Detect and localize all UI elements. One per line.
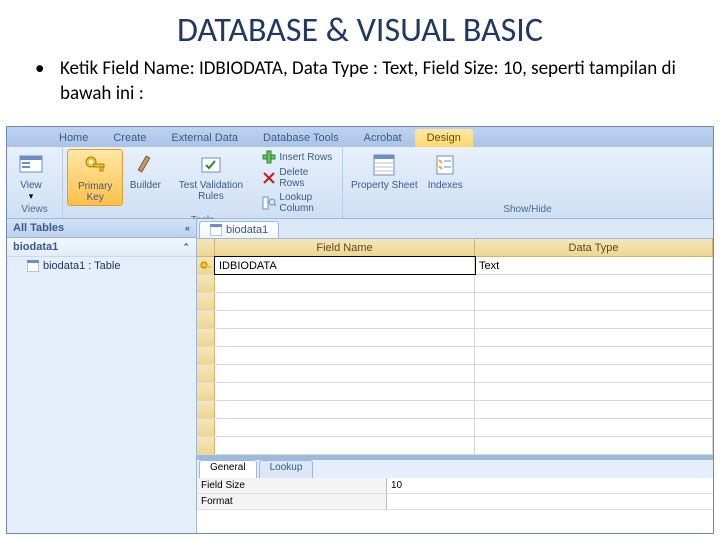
- delete-rows-label: Delete Rows: [279, 167, 336, 189]
- table-icon: [27, 260, 39, 272]
- slide-bullet: Ketik Field Name: IDBIODATA, Data Type :…: [0, 57, 720, 106]
- col-field-name[interactable]: Field Name: [215, 239, 475, 256]
- row-header-corner: [197, 239, 215, 256]
- chevron-down-icon: ▾: [29, 191, 34, 202]
- prop-value[interactable]: 10: [387, 478, 713, 493]
- nav-item-table[interactable]: biodata1 : Table: [7, 257, 196, 275]
- chevron-up-icon: ⌃: [182, 242, 190, 253]
- tab-home[interactable]: Home: [47, 129, 100, 147]
- test-validation-label: Test Validation Rules: [171, 180, 250, 202]
- property-sheet-icon: [370, 151, 398, 179]
- grid-row-empty[interactable]: [197, 401, 713, 419]
- nav-header-label: All Tables: [13, 222, 64, 234]
- field-properties: General Lookup Field Size 10 Format: [197, 459, 713, 510]
- document-tabs: biodata1: [197, 219, 713, 239]
- view-label: View: [20, 180, 42, 191]
- grid-row-empty[interactable]: [197, 311, 713, 329]
- prop-row-field-size[interactable]: Field Size 10: [197, 478, 713, 494]
- tab-design[interactable]: Design: [415, 129, 473, 147]
- view-icon: [17, 151, 45, 179]
- view-button[interactable]: View ▾: [11, 149, 51, 204]
- lookup-column-label: Lookup Column: [279, 192, 336, 214]
- chevron-left-icon: «: [185, 223, 190, 233]
- lookup-column-button[interactable]: Lookup Column: [260, 191, 338, 215]
- navigation-pane: All Tables « biodata1 ⌃ biodata1 : Table: [7, 219, 197, 533]
- document-tab-label: biodata1: [226, 224, 268, 236]
- nav-group[interactable]: biodata1 ⌃: [7, 238, 196, 257]
- col-data-type[interactable]: Data Type: [475, 239, 713, 256]
- tab-acrobat[interactable]: Acrobat: [352, 129, 414, 147]
- key-icon: [200, 260, 212, 272]
- delete-rows-button[interactable]: Delete Rows: [260, 166, 338, 190]
- primary-key-button[interactable]: Primary Key: [67, 149, 123, 206]
- property-sheet-button[interactable]: Property Sheet: [347, 149, 422, 193]
- ribbon-group-tools: Primary Key Builder Test Validation Rule…: [63, 147, 343, 218]
- grid-row-empty[interactable]: [197, 293, 713, 311]
- grid-row-empty[interactable]: [197, 437, 713, 455]
- grid-row-empty[interactable]: [197, 347, 713, 365]
- grid-row-empty[interactable]: [197, 275, 713, 293]
- slide-title: DATABASE & VISUAL BASIC: [0, 0, 720, 57]
- nav-header[interactable]: All Tables «: [7, 219, 196, 238]
- cell-field-name[interactable]: IDBIODATA: [215, 257, 475, 274]
- indexes-label: Indexes: [428, 180, 463, 191]
- grid-row-empty[interactable]: [197, 329, 713, 347]
- property-tab-general[interactable]: General: [199, 460, 257, 478]
- tab-create[interactable]: Create: [101, 129, 158, 147]
- main-pane: biodata1 Field Name Data Type IDBIODATA …: [197, 219, 713, 533]
- builder-icon: [131, 151, 159, 179]
- property-sheet-label: Property Sheet: [351, 180, 418, 191]
- cell-data-type[interactable]: Text: [475, 257, 713, 274]
- insert-rows-icon: [262, 150, 276, 164]
- group-label-views: Views: [11, 204, 58, 216]
- design-grid-header: Field Name Data Type: [197, 239, 713, 257]
- prop-value[interactable]: [387, 494, 713, 509]
- test-validation-button[interactable]: Test Validation Rules: [167, 149, 254, 204]
- table-icon: [210, 224, 222, 236]
- property-tab-lookup[interactable]: Lookup: [259, 460, 314, 478]
- delete-rows-icon: [262, 171, 276, 185]
- ribbon-group-showhide: Property Sheet Indexes Show/Hide: [343, 147, 713, 218]
- prop-row-format[interactable]: Format: [197, 494, 713, 510]
- nav-group-label: biodata1: [13, 241, 58, 253]
- prop-name: Field Size: [197, 478, 387, 493]
- property-list: Field Size 10 Format: [197, 478, 713, 510]
- validation-icon: [197, 151, 225, 179]
- builder-label: Builder: [130, 180, 161, 191]
- grid-row-empty[interactable]: [197, 365, 713, 383]
- insert-rows-button[interactable]: Insert Rows: [260, 149, 338, 165]
- primary-key-label: Primary Key: [72, 181, 118, 203]
- key-icon: [81, 152, 109, 180]
- ribbon-group-views: View ▾ Views: [7, 147, 63, 218]
- grid-row-empty[interactable]: [197, 383, 713, 401]
- indexes-icon: [431, 151, 459, 179]
- ribbon-tabstrip: Home Create External Data Database Tools…: [7, 127, 713, 147]
- prop-name: Format: [197, 494, 387, 509]
- tab-external-data[interactable]: External Data: [159, 129, 250, 147]
- grid-row-1[interactable]: IDBIODATA Text: [197, 257, 713, 275]
- access-window: Home Create External Data Database Tools…: [6, 126, 714, 534]
- document-tab-biodata1[interactable]: biodata1: [199, 221, 279, 238]
- workarea: All Tables « biodata1 ⌃ biodata1 : Table…: [7, 219, 713, 533]
- nav-item-label: biodata1 : Table: [43, 260, 120, 272]
- insert-rows-label: Insert Rows: [279, 152, 332, 163]
- indexes-button[interactable]: Indexes: [424, 149, 467, 193]
- tab-database-tools[interactable]: Database Tools: [251, 129, 351, 147]
- group-label-showhide: Show/Hide: [347, 204, 708, 216]
- lookup-icon: [262, 196, 276, 210]
- grid-row-empty[interactable]: [197, 419, 713, 437]
- property-tabs: General Lookup: [197, 460, 713, 478]
- ribbon: View ▾ Views Primary Key: [7, 147, 713, 219]
- row-selector[interactable]: [197, 257, 215, 274]
- builder-button[interactable]: Builder: [125, 149, 165, 193]
